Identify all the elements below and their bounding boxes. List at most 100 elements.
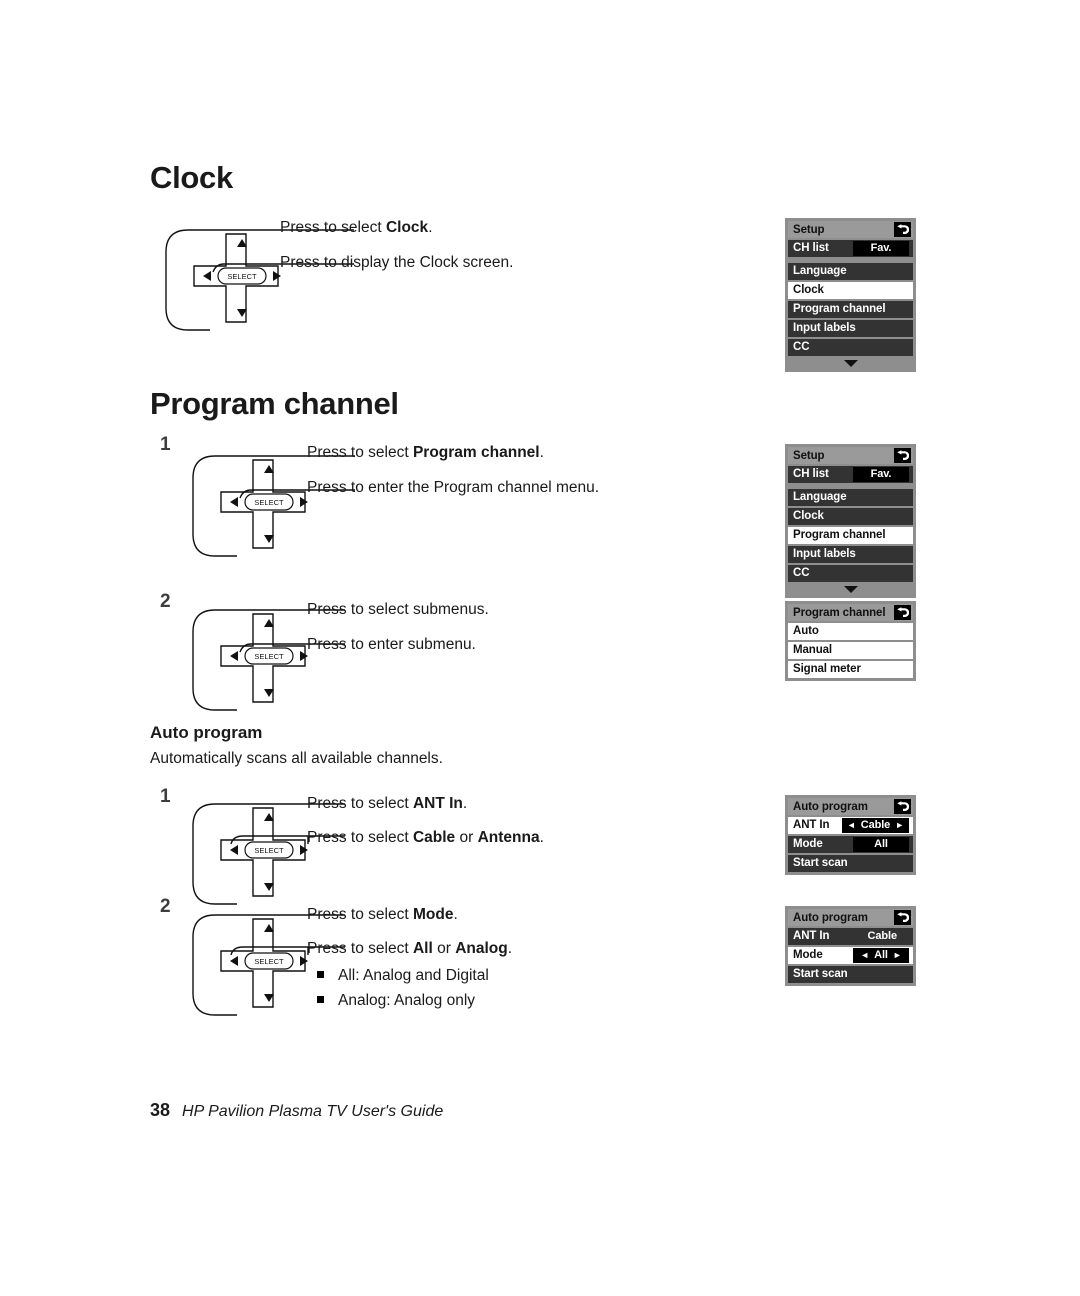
subsection-heading-auto-program: Auto program [150, 723, 263, 742]
osd-row-label: CH list [793, 468, 829, 480]
navpad-clock[interactable]: SELECT [158, 226, 354, 334]
manual-page: Clock SELECT Press to select Clock. Pres… [0, 0, 1080, 1296]
osd-row[interactable]: CH list Fav. [788, 240, 913, 257]
navpad-left-arrow [203, 271, 211, 281]
osd-title-bar: Program channel [788, 604, 913, 621]
callout-post: . [462, 795, 468, 812]
navpad-program-channel-1[interactable]: SELECT [185, 452, 381, 560]
navpad-left-arrow [230, 651, 238, 661]
callout-bold2: Analog [455, 940, 508, 957]
osd-row[interactable]: Input labels [788, 546, 913, 563]
osd-row[interactable]: Language [788, 489, 913, 506]
back-arrow-icon[interactable] [894, 222, 911, 237]
callout-ap1-2: Press to select Cable or Antenna. [307, 829, 544, 847]
navpad-left-arrow [230, 956, 238, 966]
osd-menu-setup-program-channel[interactable]: Setup CH list Fav. Language Clock Progra… [785, 444, 916, 598]
osd-row-label: Language [793, 265, 847, 277]
navpad-program-channel-2[interactable]: SELECT [185, 606, 381, 714]
osd-row-label: Manual [793, 644, 833, 656]
osd-row-label: ANT In [793, 819, 830, 831]
callout-post: . [507, 940, 513, 957]
callout-text: Press to select submenus. [307, 601, 489, 618]
navpad-select-label: SELECT [227, 272, 257, 281]
osd-row-value[interactable]: Fav. [853, 241, 909, 256]
arrow-left-icon[interactable]: ◄ [860, 951, 869, 960]
osd-row-label: CH list [793, 242, 829, 254]
osd-title-label: Auto program [793, 911, 868, 924]
back-arrow-icon[interactable] [894, 799, 911, 814]
back-arrow-icon[interactable] [894, 910, 911, 925]
osd-row[interactable]: CH list Fav. [788, 466, 913, 483]
osd-row-value[interactable]: All [853, 837, 909, 852]
osd-menu-auto-program-antin[interactable]: Auto program ANT In ◄ Cable ► Mode All S… [785, 795, 916, 875]
navpad-auto-program-1[interactable]: SELECT [185, 800, 381, 908]
callout-post: . [539, 829, 544, 846]
osd-title-label: Setup [793, 223, 825, 236]
osd-row[interactable]: Manual [788, 642, 913, 659]
footer-title: HP Pavilion Plasma TV User's Guide [182, 1103, 444, 1120]
arrow-left-icon[interactable]: ◄ [847, 821, 856, 830]
callout-pc-2: Press to enter the Program channel menu. [307, 479, 599, 497]
osd-row-selected[interactable]: Clock [788, 282, 913, 299]
callout-post: . [539, 444, 544, 461]
osd-menu-setup-clock[interactable]: Setup CH list Fav. Language Clock Progra… [785, 218, 916, 372]
navpad-diagram-vertical: SELECT [165, 229, 354, 331]
osd-row[interactable]: Input labels [788, 320, 913, 337]
callout-text: Press to enter the Program channel menu. [307, 479, 600, 496]
arrow-right-icon[interactable]: ► [893, 951, 902, 960]
step-number: 1 [160, 786, 171, 807]
step-number: 1 [160, 434, 171, 455]
osd-row-value-stepper[interactable]: ◄ All ► [853, 948, 909, 963]
callout-ap2-2: Press to select All or Analog. [307, 940, 512, 958]
osd-row-value[interactable]: Fav. [853, 467, 909, 482]
navpad-right-arrow [300, 497, 308, 507]
osd-row[interactable]: Start scan [788, 855, 913, 872]
arrow-right-icon[interactable]: ► [895, 821, 904, 830]
osd-row-label: Start scan [793, 857, 848, 869]
osd-row-selected[interactable]: ANT In ◄ Cable ► [788, 817, 913, 834]
osd-row[interactable]: CC [788, 565, 913, 582]
osd-menu-auto-program-mode[interactable]: Auto program ANT In Cable Mode ◄ All ► S… [785, 906, 916, 986]
list-item: Analog: Analog only [317, 992, 475, 1010]
navpad-right-arrow [273, 271, 281, 281]
navpad-diagram-vertical: SELECT [192, 455, 355, 557]
osd-row-label: Mode [793, 838, 823, 850]
osd-row-selected[interactable]: Mode ◄ All ► [788, 947, 913, 964]
osd-scroll-indicator[interactable] [788, 358, 913, 369]
list-item-label: All: Analog and Digital [338, 967, 489, 984]
osd-row[interactable]: Clock [788, 508, 913, 525]
osd-value-text: All [874, 838, 888, 850]
osd-value-text: All [874, 949, 888, 961]
osd-row[interactable]: Mode All [788, 836, 913, 853]
callout-pc2-2: Press to enter submenu. [307, 636, 476, 654]
osd-row[interactable]: Start scan [788, 966, 913, 983]
osd-row-label: Clock [793, 510, 824, 522]
osd-row[interactable]: Program channel [788, 301, 913, 318]
chevron-down-icon [843, 360, 858, 367]
square-bullet-icon [317, 971, 324, 978]
osd-row[interactable]: Language [788, 263, 913, 280]
osd-row-value-stepper[interactable]: ◄ Cable ► [841, 818, 909, 833]
navpad-select-label: SELECT [254, 652, 284, 661]
osd-menu-program-channel-submenu[interactable]: Program channel Auto Manual Signal meter [785, 601, 916, 681]
osd-value-text: Fav. [870, 242, 892, 254]
back-arrow-icon[interactable] [894, 605, 911, 620]
step-number: 2 [160, 896, 171, 917]
osd-row[interactable]: ANT In Cable [788, 928, 913, 945]
osd-row-label: Language [793, 491, 847, 503]
list-item-label: Analog: Analog only [338, 992, 476, 1009]
osd-row-value[interactable]: Cable [863, 929, 909, 944]
osd-row-selected[interactable]: Program channel [788, 527, 913, 544]
navpad-left-arrow [230, 845, 238, 855]
osd-row[interactable]: CC [788, 339, 913, 356]
callout-post: . [428, 219, 433, 236]
osd-scroll-indicator[interactable] [788, 584, 913, 595]
callout-clock-1: Press to select Clock. [280, 219, 433, 237]
callout-clock-2: Press to display the Clock screen. [280, 254, 513, 272]
osd-row[interactable]: Signal meter [788, 661, 913, 678]
osd-row[interactable]: Auto [788, 623, 913, 640]
callout-bold: Mode [412, 906, 454, 923]
callout-mid: or [432, 940, 456, 957]
step-number: 2 [160, 591, 171, 612]
back-arrow-icon[interactable] [894, 448, 911, 463]
